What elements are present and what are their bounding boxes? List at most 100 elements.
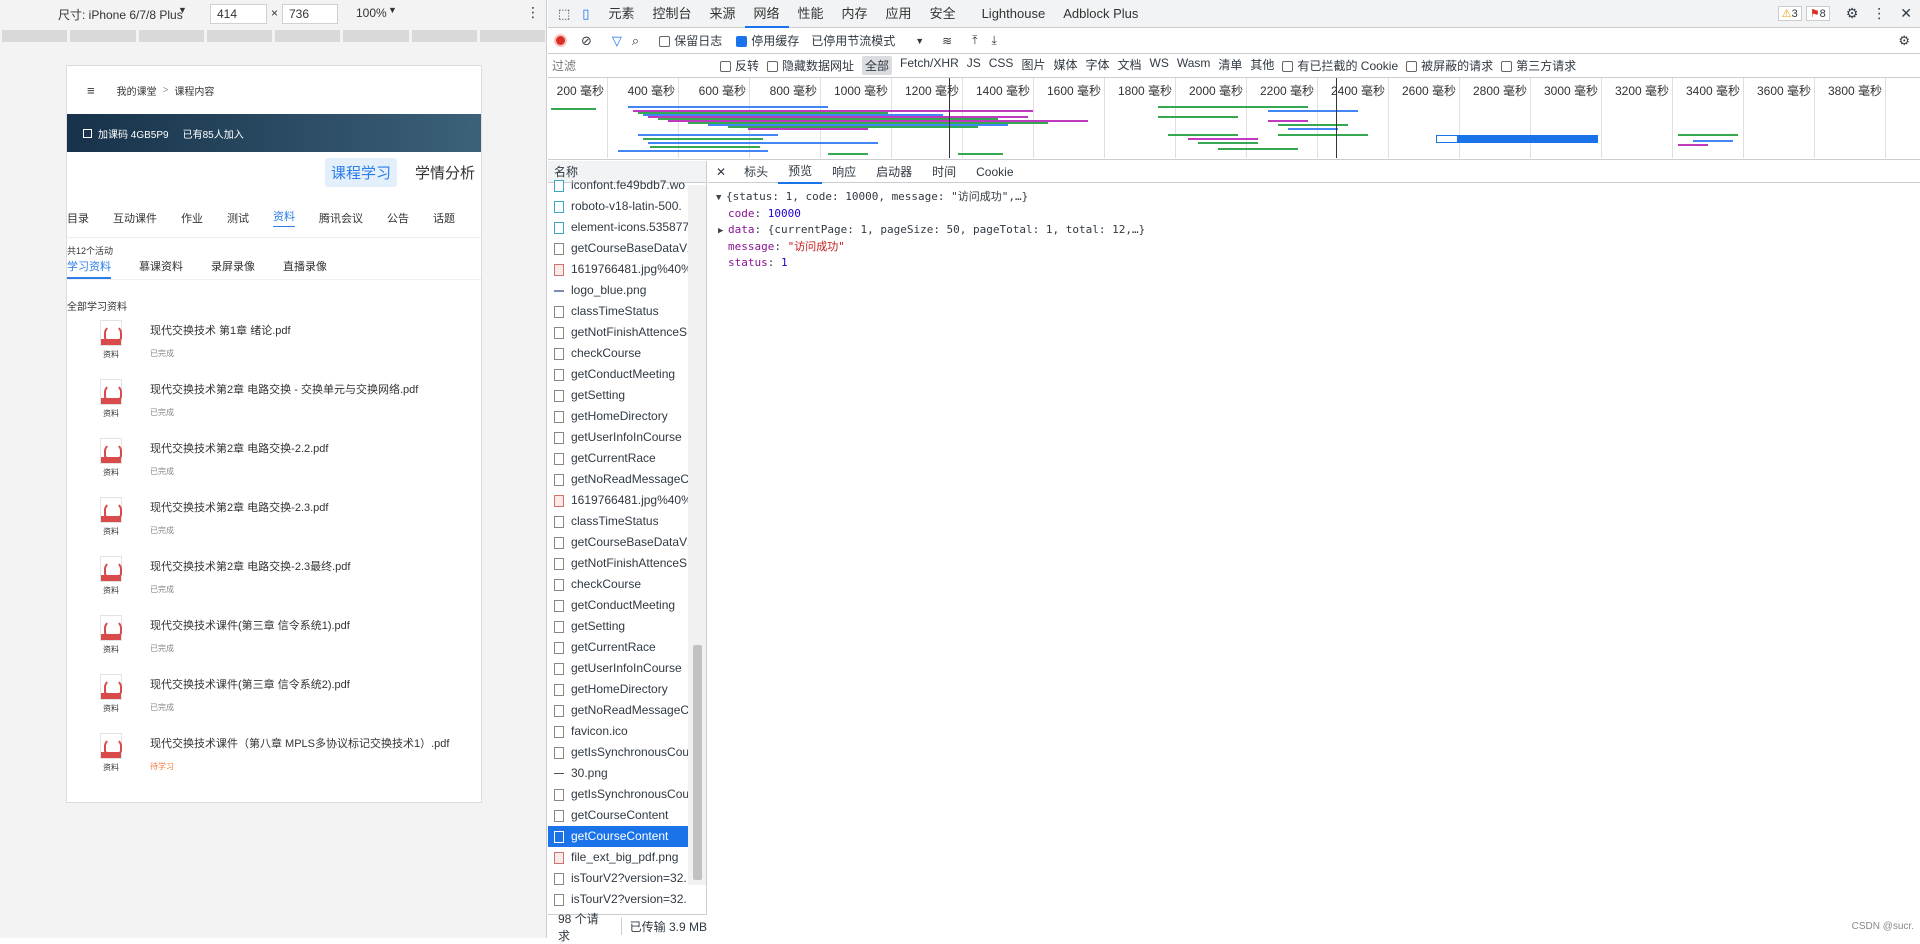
- preserve-log-checkbox[interactable]: 保留日志: [659, 32, 722, 49]
- warning-badge[interactable]: ⚠3: [1777, 6, 1802, 21]
- type-filter-6[interactable]: 字体: [1085, 56, 1109, 75]
- network-settings-gear-icon[interactable]: ⚙: [1898, 33, 1910, 49]
- throttle-select[interactable]: 已停用节流模式: [811, 32, 895, 49]
- invert-checkbox[interactable]: 反转: [720, 57, 759, 74]
- nav-tab-catalog[interactable]: 目录: [67, 210, 89, 226]
- request-row[interactable]: getCourseBaseDataV2: [548, 532, 688, 553]
- request-row[interactable]: getNoReadMessageC: [548, 700, 688, 721]
- qr-code-icon[interactable]: [83, 128, 92, 138]
- chevron-down-icon[interactable]: ▼: [915, 36, 924, 46]
- detail-tab-cookies[interactable]: Cookie: [966, 161, 1023, 183]
- upload-icon[interactable]: ⤒: [972, 33, 977, 48]
- detail-tab-headers[interactable]: 标头: [734, 161, 778, 183]
- subtab-mooc-materials[interactable]: 慕课资料: [139, 258, 183, 279]
- request-row[interactable]: getIsSynchronousCou: [548, 784, 688, 805]
- tab-lighthouse[interactable]: Lighthouse: [973, 0, 1055, 28]
- request-row[interactable]: element-icons.535877: [548, 217, 688, 238]
- tab-elements[interactable]: 元素: [599, 0, 643, 28]
- file-name[interactable]: 现代交换技术第2章 电路交换-2.2.pdf: [150, 440, 328, 456]
- tab-memory[interactable]: 内存: [833, 0, 877, 28]
- request-row[interactable]: classTimeStatus: [548, 511, 688, 532]
- type-filter-5[interactable]: 媒体: [1053, 56, 1077, 75]
- request-row[interactable]: getUserInfoInCourse: [548, 658, 688, 679]
- device-select[interactable]: 尺寸: iPhone 6/7/8 Plus: [58, 6, 183, 23]
- type-filter-1[interactable]: Fetch/XHR: [900, 56, 959, 75]
- request-row[interactable]: checkCourse: [548, 574, 688, 595]
- detail-close-icon[interactable]: ✕: [708, 161, 734, 183]
- nav-tab-notice[interactable]: 公告: [387, 210, 409, 226]
- more-options-icon[interactable]: ⋮: [526, 4, 540, 21]
- type-filter-0[interactable]: 全部: [862, 56, 893, 75]
- filter-icon[interactable]: ▽: [612, 33, 622, 49]
- file-name[interactable]: 现代交换技术课件(第三章 信令系统2).pdf: [150, 676, 350, 692]
- record-icon[interactable]: [554, 34, 567, 47]
- request-row[interactable]: classTimeStatus: [548, 301, 688, 322]
- type-filter-10[interactable]: 清单: [1218, 56, 1242, 75]
- type-filter-8[interactable]: WS: [1150, 56, 1169, 75]
- tab-performance[interactable]: 性能: [789, 0, 833, 28]
- type-filter-3[interactable]: CSS: [989, 56, 1014, 75]
- search-icon[interactable]: ⌕: [632, 33, 639, 49]
- json-root[interactable]: ▼ {status: 1, code: 10000, message: "访问成功…: [716, 189, 1920, 206]
- tab-course-study[interactable]: 课程学习: [324, 157, 397, 187]
- customize-more-icon[interactable]: ⋮: [1872, 5, 1886, 22]
- tab-application[interactable]: 应用: [877, 0, 921, 28]
- nav-tab-homework[interactable]: 作业: [181, 210, 203, 226]
- nav-tab-topic[interactable]: 话题: [433, 210, 455, 226]
- tab-adblock[interactable]: Adblock Plus: [1054, 0, 1147, 28]
- file-name[interactable]: 现代交换技术 第1章 绪论.pdf: [150, 322, 291, 338]
- tab-network[interactable]: 网络: [744, 0, 789, 28]
- file-name[interactable]: 现代交换技术第2章 电路交换-2.3.pdf: [150, 499, 328, 515]
- hide-data-urls-checkbox[interactable]: 隐藏数据网址: [767, 57, 854, 74]
- blocked-cookies-checkbox[interactable]: 有已拦截的 Cookie: [1282, 57, 1398, 74]
- request-row[interactable]: getNotFinishAttenceS: [548, 553, 688, 574]
- request-row[interactable]: getCourseContent: [548, 826, 688, 847]
- chevron-down-icon[interactable]: ▼: [388, 5, 397, 15]
- detail-tab-response[interactable]: 响应: [822, 161, 866, 183]
- tab-sources[interactable]: 来源: [700, 0, 744, 28]
- request-row[interactable]: logo_blue.png: [548, 280, 688, 301]
- clear-icon[interactable]: ⊘: [581, 33, 592, 49]
- request-row[interactable]: getHomeDirectory: [548, 406, 688, 427]
- blocked-requests-checkbox[interactable]: 被屏蔽的请求: [1406, 57, 1493, 74]
- expand-down-icon[interactable]: ▼: [716, 190, 726, 206]
- request-row[interactable]: iconfont.fe49bdb7.wo: [548, 175, 688, 196]
- width-input[interactable]: 414: [210, 4, 267, 24]
- file-name[interactable]: 现代交换技术第2章 电路交换-2.3最终.pdf: [150, 558, 350, 574]
- third-party-checkbox[interactable]: 第三方请求: [1501, 57, 1576, 74]
- close-icon[interactable]: ✕: [1900, 5, 1912, 22]
- disable-cache-checkbox[interactable]: 停用缓存: [736, 32, 799, 49]
- detail-tab-initiator[interactable]: 启动器: [866, 161, 922, 183]
- request-row[interactable]: getConductMeeting: [548, 595, 688, 616]
- type-filter-11[interactable]: 其他: [1250, 56, 1274, 75]
- request-row[interactable]: getCurrentRace: [548, 637, 688, 658]
- type-filter-4[interactable]: 图片: [1021, 56, 1045, 75]
- request-row[interactable]: isTourV2?version=32.: [548, 889, 688, 908]
- subtab-study-materials[interactable]: 学习资料: [67, 258, 111, 279]
- scrollbar-thumb[interactable]: [693, 645, 702, 880]
- device-toggle-icon[interactable]: ▯: [578, 0, 599, 28]
- download-icon[interactable]: ⤓: [992, 33, 997, 48]
- request-row[interactable]: getNoReadMessageC: [548, 469, 688, 490]
- inspect-element-icon[interactable]: ⬚: [548, 0, 578, 28]
- file-item[interactable]: 资料 现代交换技术课件(第三章 信令系统1).pdf 已完成: [67, 609, 481, 668]
- detail-tab-timing[interactable]: 时间: [922, 161, 966, 183]
- request-row[interactable]: getCourseBaseDataV2: [548, 238, 688, 259]
- timeline-selected-request[interactable]: [1436, 135, 1598, 143]
- nav-tab-courseware[interactable]: 互动课件: [113, 210, 157, 226]
- request-row[interactable]: 30.png: [548, 763, 688, 784]
- type-filter-9[interactable]: Wasm: [1177, 56, 1211, 75]
- file-name[interactable]: 现代交换技术课件(第三章 信令系统1).pdf: [150, 617, 350, 633]
- tab-console[interactable]: 控制台: [643, 0, 700, 28]
- request-row[interactable]: getCourseContent: [548, 805, 688, 826]
- json-data-row[interactable]: ▶ data: {currentPage: 1, pageSize: 50, pa…: [716, 222, 1920, 239]
- request-list-scrollbar[interactable]: [688, 185, 706, 885]
- file-item[interactable]: 资料 现代交换技术课件（第八章 MPLS多协议标记交换技术1）.pdf 待学习: [67, 727, 481, 786]
- error-badge[interactable]: ⚑8: [1805, 6, 1830, 21]
- breadcrumb-home[interactable]: 我的课堂: [117, 83, 157, 98]
- request-row[interactable]: 1619766481.jpg%40%: [548, 490, 688, 511]
- request-row[interactable]: getIsSynchronousCou: [548, 742, 688, 763]
- request-row[interactable]: getCurrentRace: [548, 448, 688, 469]
- request-row[interactable]: favicon.ico: [548, 721, 688, 742]
- network-overview-timeline[interactable]: 200 毫秒 400 毫秒 600 毫秒 800 毫秒 1000 毫秒 1200 毫秒 14…: [548, 78, 1920, 160]
